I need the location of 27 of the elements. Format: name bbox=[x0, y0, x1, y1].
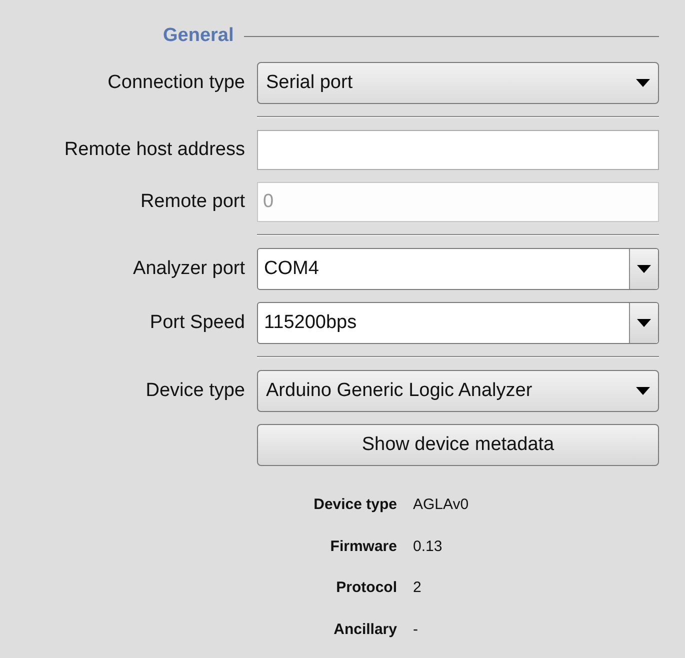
dropdown-button[interactable] bbox=[629, 303, 658, 343]
combo-box[interactable]: COM4 bbox=[257, 248, 659, 290]
dropdown-arrow-icon bbox=[636, 79, 650, 87]
dropdown-arrow-icon bbox=[637, 265, 651, 273]
metadata-label: Device type bbox=[312, 496, 397, 514]
dropdown-arrow-icon bbox=[637, 319, 651, 327]
metadata-label: Protocol bbox=[335, 579, 397, 596]
metadata-label: Firmware bbox=[329, 538, 397, 555]
dropdown-arrow-icon bbox=[636, 387, 650, 395]
metadata-value: 2 bbox=[413, 579, 422, 596]
combo-box[interactable]: 115200bps bbox=[257, 302, 659, 344]
field-label: Remote port bbox=[139, 191, 245, 213]
metadata-value: 0.13 bbox=[413, 538, 444, 555]
dropdown[interactable]: Arduino Generic Logic Analyzer bbox=[257, 370, 659, 412]
dropdown-button[interactable] bbox=[629, 249, 658, 289]
field-label: Connection type bbox=[106, 72, 245, 94]
show-metadata-button[interactable]: Show device metadata bbox=[257, 424, 659, 466]
field-label: Port Speed bbox=[148, 312, 245, 334]
field-label: Remote host address bbox=[63, 139, 245, 161]
field-label: Analyzer port bbox=[132, 258, 245, 280]
metadata-value: AGLAv0 bbox=[413, 496, 470, 514]
metadata-value: - bbox=[413, 620, 419, 638]
section-title: General bbox=[163, 25, 234, 47]
metadata-label: Ancillary bbox=[332, 620, 397, 638]
dropdown[interactable]: Serial port bbox=[257, 62, 659, 104]
input-field[interactable] bbox=[257, 130, 659, 170]
field-label: Device type bbox=[144, 380, 245, 402]
